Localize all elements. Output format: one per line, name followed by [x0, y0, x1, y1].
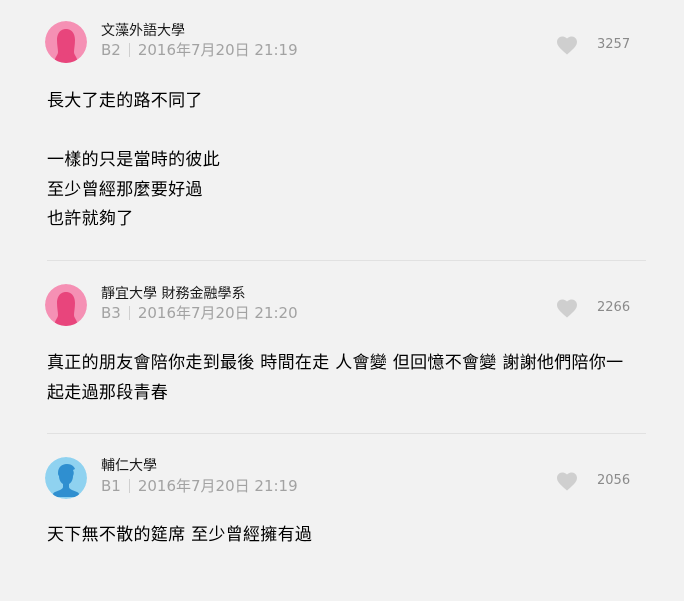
school-name[interactable]: 文藻外語大學	[101, 22, 185, 40]
like-button[interactable]	[556, 471, 578, 491]
meta-divider	[128, 306, 130, 320]
school-name[interactable]: 輔仁大學	[101, 457, 157, 475]
heart-icon	[557, 299, 577, 318]
meta-divider	[128, 43, 130, 57]
post-date: 2016年7月20日 21:19	[137, 477, 298, 495]
post-date: 2016年7月20日 21:20	[137, 304, 298, 322]
like-button[interactable]	[556, 35, 578, 55]
post-meta: B3 2016年7月20日 21:20	[101, 303, 298, 323]
heart-icon	[557, 472, 577, 491]
avatar[interactable]	[45, 284, 87, 326]
floor-number: B2	[101, 41, 121, 59]
post-meta: B2 2016年7月20日 21:19	[101, 40, 298, 60]
female-avatar-icon	[45, 284, 87, 326]
comment-content: 天下無不散的筵席 至少曾經擁有過	[47, 525, 313, 545]
meta-divider	[128, 479, 130, 493]
heart-icon	[557, 36, 577, 55]
comment-content: 長大了走的路不同了 一樣的只是當時的彼此 至少曾經那麼要好過 也許就夠了	[47, 91, 220, 229]
like-count: 3257	[597, 37, 631, 52]
like-count: 2056	[597, 473, 631, 488]
avatar[interactable]	[45, 457, 87, 499]
like-count: 2266	[597, 300, 631, 315]
post-date: 2016年7月20日 21:19	[137, 41, 298, 59]
comment-divider	[47, 433, 646, 434]
avatar[interactable]	[45, 21, 87, 63]
like-button[interactable]	[556, 298, 578, 318]
school-name[interactable]: 靜宜大學 財務金融學系	[101, 285, 245, 303]
post-meta: B1 2016年7月20日 21:19	[101, 476, 298, 496]
female-avatar-icon	[45, 21, 87, 63]
floor-number: B3	[101, 304, 121, 322]
comment-content: 真正的朋友會陪你走到最後 時間在走 人會變 但回憶不會變 謝謝他們陪你一 起走過…	[47, 353, 624, 403]
comment-divider	[47, 260, 646, 261]
male-avatar-icon	[45, 457, 87, 499]
floor-number: B1	[101, 477, 121, 495]
